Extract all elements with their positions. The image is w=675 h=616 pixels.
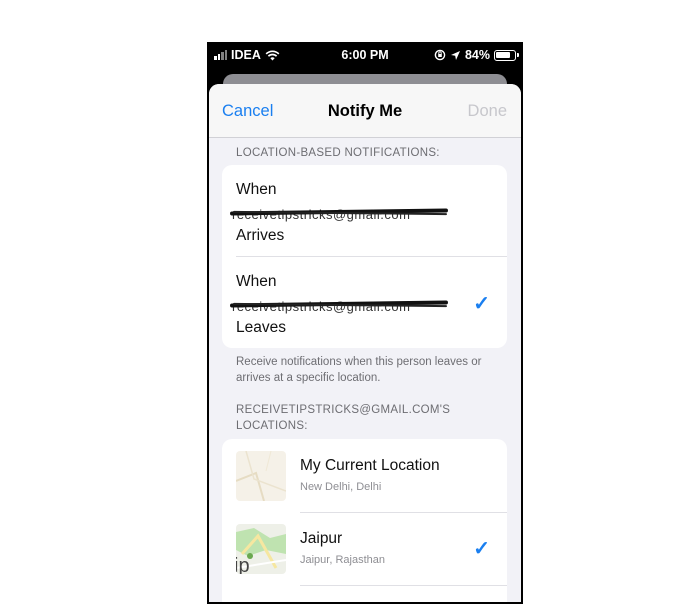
notification-options-group: When receivetipstricks@gmail.com Arrives… bbox=[222, 165, 507, 348]
notifications-footer-note: Receive notifications when this person l… bbox=[236, 356, 482, 384]
option-leaves-when: When bbox=[236, 273, 277, 290]
battery-percent: 84% bbox=[464, 48, 490, 62]
location-next-partial[interactable] bbox=[222, 585, 507, 602]
option-leaves-text: When receivetipstricks@gmail.com Leaves bbox=[229, 270, 456, 339]
checkmark-icon: ✓ bbox=[473, 293, 490, 315]
redacted-email: receivetipstricks@gmail.com bbox=[229, 293, 456, 316]
option-arrives[interactable]: When receivetipstricks@gmail.com Arrives bbox=[222, 165, 507, 256]
location-subtitle: New Delhi, Delhi bbox=[300, 481, 382, 493]
option-leaves-label: Leaves bbox=[236, 319, 286, 336]
redacted-email: receivetipstricks@gmail.com bbox=[229, 201, 456, 224]
status-bar: IDEA 6:00 PM 84% bbox=[209, 44, 521, 66]
location-jaipur[interactable]: ip Jaipur Jaipur, Rajasthan ✓ bbox=[222, 512, 507, 585]
phone-screen: IDEA 6:00 PM 84% Cancel Notify Me Done L… bbox=[207, 42, 523, 604]
option-leaves[interactable]: When receivetipstricks@gmail.com Leaves … bbox=[229, 256, 507, 347]
location-my-current[interactable]: My Current Location New Delhi, Delhi bbox=[222, 439, 507, 512]
battery-fill bbox=[496, 51, 510, 58]
notifications-section-header: LOCATION-BASED NOTIFICATIONS: bbox=[236, 147, 440, 159]
location-name: My Current Location bbox=[300, 457, 440, 474]
location-name: Jaipur bbox=[300, 530, 343, 547]
option-arrives-label: Arrives bbox=[236, 227, 285, 244]
map-thumbnail-icon: ip bbox=[236, 524, 286, 574]
navigation-bar: Cancel Notify Me Done bbox=[209, 84, 521, 138]
locations-section-header: RECEIVETIPSTRICKS@GMAIL.COM'S LOCATIONS: bbox=[236, 404, 451, 432]
notify-me-sheet: Cancel Notify Me Done LOCATION-BASED NOT… bbox=[209, 84, 521, 602]
option-arrives-when: When bbox=[236, 181, 277, 198]
map-label: ip bbox=[236, 555, 250, 574]
status-right: 84% bbox=[434, 48, 519, 62]
battery-icon bbox=[494, 49, 519, 61]
locations-group: My Current Location New Delhi, Delhi ip … bbox=[222, 439, 507, 602]
location-subtitle: Jaipur, Rajasthan bbox=[300, 554, 385, 566]
map-thumbnail-icon bbox=[236, 451, 286, 501]
location-arrow-icon bbox=[450, 50, 460, 60]
done-button[interactable]: Done bbox=[468, 102, 507, 121]
option-arrives-text: When receivetipstricks@gmail.com Arrives bbox=[229, 178, 456, 247]
checkmark-icon: ✓ bbox=[473, 538, 490, 560]
rotation-lock-icon bbox=[434, 49, 446, 61]
